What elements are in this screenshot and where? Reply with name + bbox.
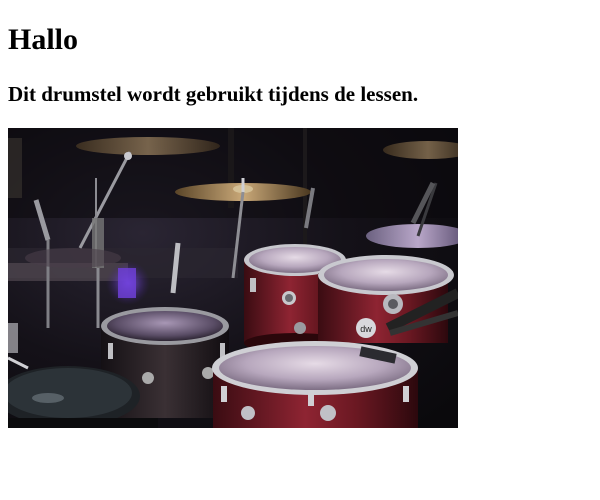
page-subtitle: Dit drumstel wordt gebruikt tijdens de l… [8,82,419,106]
page-title: Hallo [8,23,79,56]
drum-kit-photo: dw [8,128,458,428]
drum-badge-text: dw [360,324,372,334]
